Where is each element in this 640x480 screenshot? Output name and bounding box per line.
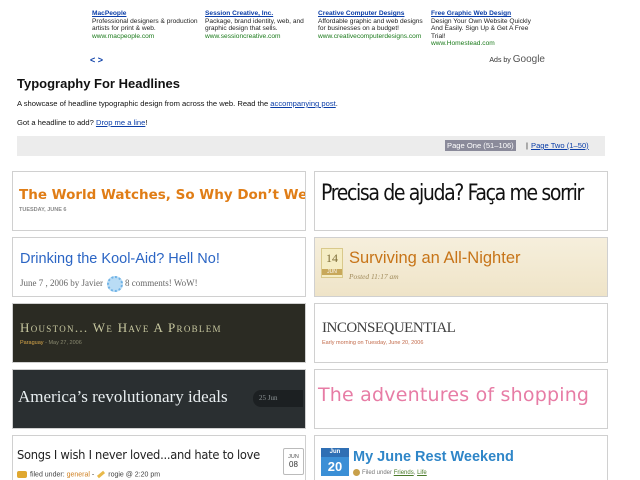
page-title: Typography For Headlines: [17, 76, 181, 91]
ad-url[interactable]: www.Homestead.com: [431, 40, 541, 48]
current-page: Page One (51–106): [445, 140, 516, 151]
headline-card[interactable]: America’s revolutionary ideals 25 Jun: [12, 369, 306, 429]
folder-icon: [353, 469, 360, 476]
card-comments: 8 comments! WoW!: [125, 278, 198, 289]
card-headline: Surviving an All-Nighter: [349, 249, 521, 267]
date-badge-text: 25 Jun: [259, 394, 278, 402]
ad-description: Professional designers & production arti…: [92, 17, 198, 33]
card-headline: Houston... We Have A Problem: [20, 320, 222, 335]
card-headline: My June Rest Weekend: [353, 449, 514, 465]
drop-me-a-line-link[interactable]: Drop me a line: [96, 118, 145, 127]
ads-by-label: Ads by: [489, 57, 511, 64]
ad-url[interactable]: www.creativecomputerdesigns.com: [318, 33, 428, 41]
ad-title[interactable]: MacPeople: [92, 10, 202, 18]
ad-description: Design Your Own Website Quickly And Easi…: [431, 17, 531, 40]
ad-url[interactable]: www.sessioncreative.com: [205, 33, 315, 41]
category-link-life[interactable]: Life: [417, 470, 427, 476]
card-headline: America’s revolutionary ideals: [18, 387, 228, 406]
card-date: TUESDAY, JUNE 6: [19, 207, 67, 213]
card-headline: Drinking the Kool-Aid? Hell No!: [20, 251, 220, 267]
card-headline: The adventures of shopping: [318, 384, 590, 406]
card-date-author: June 7 , 2006 by Javier: [20, 278, 103, 289]
pager-separator: |: [526, 141, 528, 150]
headline-card[interactable]: Drinking the Kool-Aid? Hell No! June 7 ,…: [12, 237, 306, 297]
pagination-bar: Page One (51–106) | Page Two (1–50): [17, 136, 605, 156]
ad-block: MacPeople Professional designers & produ…: [90, 10, 545, 68]
ad-description: Affordable graphic and web designs for b…: [318, 17, 423, 33]
ad-item[interactable]: Session Creative, Inc. Package, brand id…: [205, 10, 315, 40]
card-byline: June 7 , 2006 by Javier 8 comments! WoW!: [20, 276, 198, 292]
calendar-icon: 14 JUN: [321, 248, 343, 278]
filed-label: filed under:: [30, 471, 65, 479]
headline-card[interactable]: 14 JUN Surviving an All-Nighter Posted 1…: [314, 237, 608, 297]
calendar-icon: JUN 08: [283, 448, 304, 475]
submit-label: Got a headline to add?: [17, 118, 94, 127]
calendar-day: 20: [321, 457, 349, 476]
intro-end: .: [335, 99, 338, 108]
headline-card[interactable]: Jun 20 My June Rest Weekend Filed under …: [314, 435, 608, 480]
category-link-friends[interactable]: Friends: [394, 470, 414, 476]
next-page-link[interactable]: Page Two (1–50): [531, 141, 589, 150]
date-badge: 25 Jun: [253, 390, 303, 407]
folder-icon: [17, 471, 27, 478]
filed-label: Filed under: [362, 470, 393, 477]
ad-url[interactable]: www.macpeople.com: [92, 33, 202, 41]
ad-item[interactable]: Free Graphic Web Design Design Your Own …: [431, 10, 541, 48]
card-headline: Precisa de ajuda? Faça me sorrir: [321, 181, 584, 206]
card-posted-time: Posted 11:17 am: [349, 272, 399, 281]
ad-nav-arrows[interactable]: < >: [90, 55, 103, 65]
category-link[interactable]: general: [67, 471, 90, 478]
card-headline: The World Watches, So Why Don’t We?: [19, 187, 306, 203]
intro-label: A showcase of headline typographic desig…: [17, 99, 269, 108]
calendar-month: JUN: [322, 269, 342, 275]
google-logo: Google: [512, 54, 545, 65]
calendar-day: 14: [326, 251, 338, 265]
intro-text: A showcase of headline typographic desig…: [17, 99, 338, 108]
ad-description: Package, brand identity, web, and graphi…: [205, 17, 304, 33]
pencil-icon: [97, 470, 106, 479]
ad-title[interactable]: Session Creative, Inc.: [205, 10, 315, 18]
headline-card[interactable]: The adventures of shopping: [314, 369, 608, 429]
comment-burst-icon: [107, 276, 123, 292]
accompanying-post-link[interactable]: accompanying post: [270, 99, 335, 108]
headline-card[interactable]: The World Watches, So Why Don’t We? TUES…: [12, 171, 306, 231]
card-tag: Paraguay: [20, 340, 44, 346]
ads-by-google[interactable]: Ads by Google: [489, 54, 545, 65]
calendar-day: 08: [289, 460, 298, 469]
headline-card[interactable]: INCONSEQUENTIAL Early morning on Tuesday…: [314, 303, 608, 363]
submit-text: Got a headline to add? Drop me a line!: [17, 118, 147, 127]
calendar-month: Jun: [321, 448, 349, 457]
submit-end: !: [145, 118, 148, 127]
ad-title[interactable]: Free Graphic Web Design: [431, 10, 541, 18]
ad-title[interactable]: Creative Computer Designs: [318, 10, 428, 18]
card-author-time: rogie @ 2:20 pm: [108, 471, 161, 479]
card-date: - May 27, 2006: [45, 340, 82, 346]
calendar-icon: Jun 20: [321, 448, 349, 476]
card-meta: Filed under Friends, Life: [353, 469, 427, 476]
headline-card[interactable]: Precisa de ajuda? Faça me sorrir: [314, 171, 608, 231]
meta-dash: -: [91, 471, 95, 479]
card-meta: filed under: general - rogie @ 2:20 pm: [17, 470, 161, 479]
headline-card[interactable]: Houston... We Have A Problem Paraguay - …: [12, 303, 306, 363]
ad-item[interactable]: Creative Computer Designs Affordable gra…: [318, 10, 428, 40]
category-comma: ,: [413, 470, 416, 477]
card-meta: Paraguay - May 27, 2006: [20, 340, 82, 346]
card-headline: INCONSEQUENTIAL: [322, 320, 456, 336]
headline-card[interactable]: Songs I wish I never loved...and hate to…: [12, 435, 306, 480]
ad-item[interactable]: MacPeople Professional designers & produ…: [92, 10, 202, 40]
card-headline: Songs I wish I never loved...and hate to…: [17, 447, 260, 462]
card-date: Early morning on Tuesday, June 20, 2006: [322, 340, 424, 346]
